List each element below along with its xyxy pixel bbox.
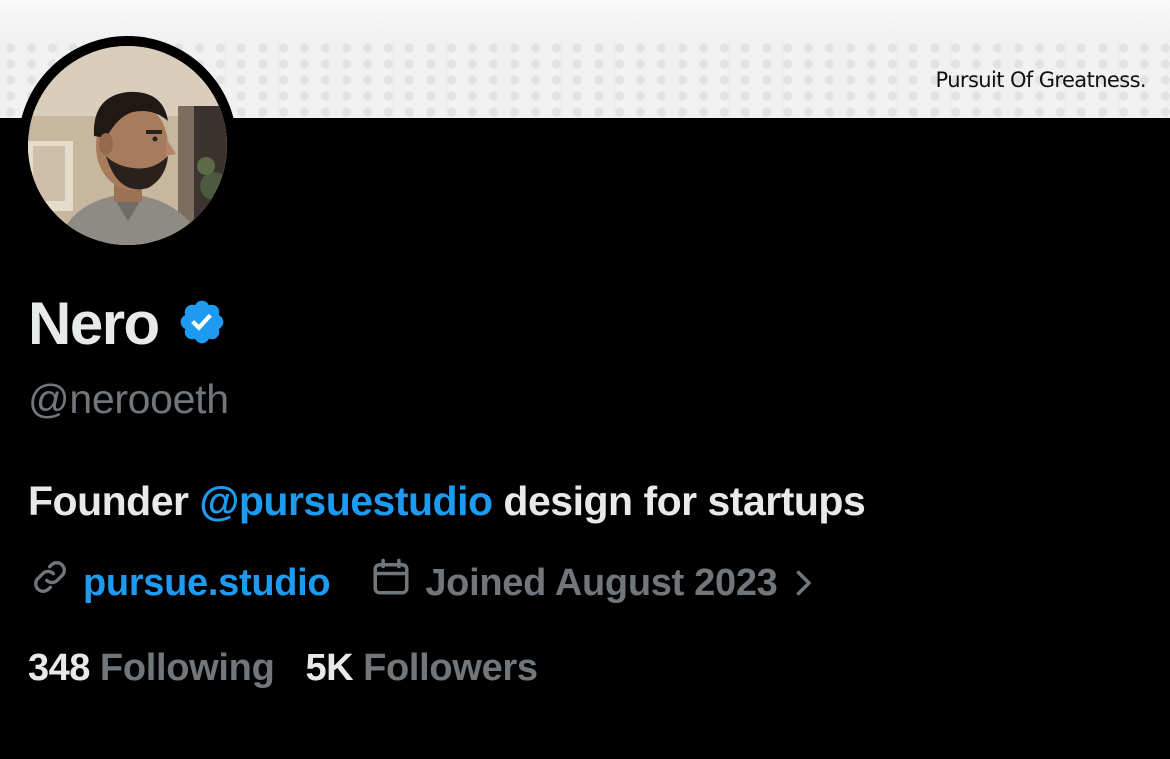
- avatar-photo: [28, 46, 227, 245]
- chevron-right-icon: [794, 568, 812, 598]
- profile-name-row: Nero: [28, 289, 227, 359]
- verified-badge-icon[interactable]: [177, 297, 227, 352]
- followers-link[interactable]: 5K Followers: [305, 644, 539, 692]
- banner-tagline: Pursuit Of Greatness.: [935, 68, 1147, 92]
- following-count: 348: [28, 647, 90, 689]
- joined-item[interactable]: Joined August 2023: [370, 556, 811, 610]
- profile-meta-row: pursue.studio Joined August 2023: [30, 556, 812, 610]
- website-link[interactable]: pursue.studio: [83, 559, 331, 607]
- followers-count: 5K: [305, 647, 354, 689]
- calendar-icon: [370, 556, 412, 610]
- website-item: pursue.studio: [30, 557, 331, 609]
- avatar[interactable]: [18, 36, 237, 255]
- bio-mention-link[interactable]: @pursuestudio: [199, 478, 493, 524]
- following-label: Following: [99, 647, 275, 689]
- banner-gradient: [0, 0, 1170, 38]
- joined-date: Joined August 2023: [425, 562, 778, 604]
- profile-stats: 348 Following 5K Followers: [28, 644, 538, 692]
- bio-suffix: design for startups: [492, 478, 866, 524]
- profile-bio: Founder @pursuestudio design for startup…: [28, 476, 866, 526]
- followers-label: Followers: [363, 647, 538, 689]
- following-link[interactable]: 348 Following: [28, 644, 275, 692]
- profile-name: Nero: [28, 290, 160, 357]
- profile-handle: @nerooeth: [28, 376, 229, 422]
- link-icon: [30, 557, 70, 609]
- bio-prefix: Founder: [28, 478, 200, 524]
